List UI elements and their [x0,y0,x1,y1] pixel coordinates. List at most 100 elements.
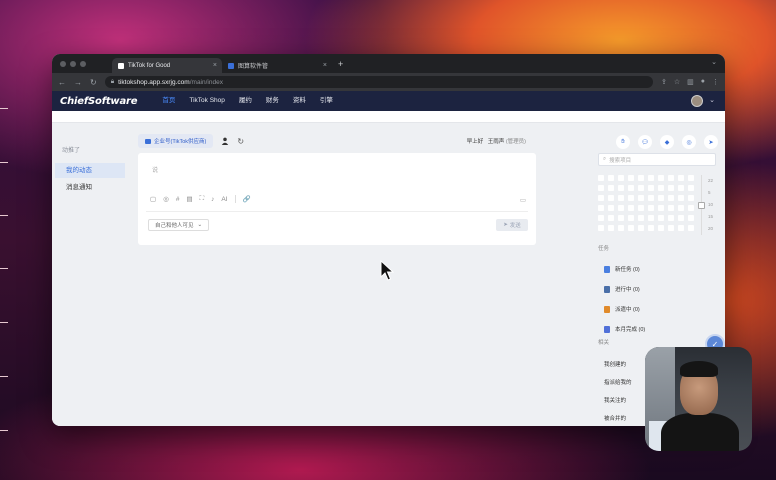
calendar-cell[interactable] [618,215,624,221]
calendar-cell[interactable] [658,195,664,201]
project-search-input[interactable]: ⌕ 搜索项目 [598,153,716,166]
calendar-cell[interactable] [618,225,624,231]
calendar-cell[interactable] [648,205,654,211]
calendar-cell[interactable] [628,205,634,211]
link-icon[interactable]: 🔗 [243,195,251,203]
emoji-icon[interactable]: ◎ [163,195,169,203]
calendar-cell[interactable] [638,215,644,221]
post-editor[interactable]: 说 ▢ ◎ # ▤ ⛶ ♪ AI 🔗 ▭ 自己和他人可见 ⌄ ➤ 发送 [138,153,536,245]
task-item-dispatching[interactable]: 派遣中 (0) [604,299,645,319]
calendar-cell[interactable] [678,195,684,201]
menu-item-data[interactable]: 资料 [286,91,313,111]
menu-item-engine[interactable]: 引擎 [313,91,340,111]
menu-item-finance[interactable]: 财务 [259,91,286,111]
calendar-cell[interactable] [658,185,664,191]
calendar-cell[interactable] [648,175,654,181]
calendar-cell[interactable] [648,215,654,221]
bookmark-icon[interactable]: ◆ [660,135,674,149]
calendar-cell[interactable] [618,185,624,191]
sidebar-item-my-feed[interactable]: 我的动态 [55,163,125,178]
calendar-cell[interactable] [628,175,634,181]
calendar-cell[interactable] [648,195,654,201]
calendar-cell[interactable] [658,215,664,221]
expand-icon[interactable]: ▭ [520,196,526,204]
ai-button[interactable]: AI [221,196,227,203]
calendar-cell[interactable] [608,185,614,191]
image-icon[interactable]: ▢ [150,195,156,203]
target-icon[interactable]: ◎ [682,135,696,149]
calendar-cell[interactable] [678,185,684,191]
calendar-cell[interactable] [638,195,644,201]
calendar-cell[interactable] [658,175,664,181]
related-item-created[interactable]: 我创建的 [604,356,632,374]
calendar-cell[interactable] [678,225,684,231]
calendar-cell[interactable] [628,225,634,231]
send-icon[interactable]: ➤ [704,135,718,149]
calendar-cell[interactable] [668,175,674,181]
calendar-cell[interactable] [598,185,604,191]
calendar-cell[interactable] [638,185,644,191]
calendar-cell[interactable] [658,225,664,231]
calendar-cell[interactable] [628,215,634,221]
calendar-cell[interactable] [598,225,604,231]
calendar-cell[interactable] [648,185,654,191]
minimize-window-button[interactable] [70,60,76,67]
star-icon[interactable]: ☆ [674,78,680,86]
calendar-cell[interactable] [628,195,634,201]
microphone-icon[interactable]: ♪ [211,196,214,203]
browser-tab-tiktok[interactable]: TikTok for Good × [112,58,222,73]
calendar-cell[interactable] [668,225,674,231]
calendar-cell[interactable] [618,195,624,201]
file-icon[interactable]: ▤ [186,195,192,203]
chat-icon[interactable]: 💬︎ [638,135,652,149]
refresh-icon[interactable]: ↻ [237,137,244,146]
calendar-cell[interactable] [598,195,604,201]
calendar-cell[interactable] [598,215,604,221]
calendar-cell[interactable] [608,195,614,201]
calendar-cell[interactable] [678,215,684,221]
calendar-cell[interactable] [618,205,624,211]
calendar-cell[interactable] [638,175,644,181]
sidebar-item-notifications[interactable]: 消息通知 [55,180,125,195]
share-icon[interactable]: ⇪ [661,78,667,86]
hashtag-icon[interactable]: # [176,196,180,203]
new-tab-button[interactable]: + [338,59,343,69]
calendar-cell[interactable] [608,205,614,211]
menu-item-tiktok-shop[interactable]: TikTok Shop [182,91,232,111]
calendar-cell[interactable] [598,175,604,181]
url-input[interactable]: 🔒︎ tiktokshop.app.sxrjg.com/main/index [104,76,653,88]
task-item-new[interactable]: 新任务 (0) [604,259,645,279]
menu-item-home[interactable]: 首页 [155,91,182,111]
more-icon[interactable]: ⋮ [712,78,719,86]
visibility-select[interactable]: 自己和他人可见 ⌄ [148,219,210,231]
zoom-window-button[interactable] [80,60,86,67]
avatar[interactable] [691,95,703,107]
calendar-cell[interactable] [608,225,614,231]
fullscreen-icon[interactable]: ⛶ [200,195,205,203]
chiefsoftware-logo[interactable]: ChiefSoftware [60,96,138,107]
calendar-cell[interactable] [628,185,634,191]
task-item-month-done[interactable]: 本月完成 (0) [604,319,645,339]
calendar-cell[interactable] [638,205,644,211]
related-item-assigned[interactable]: 指派给我的 [604,374,632,392]
close-window-button[interactable] [60,60,66,67]
sidebar-icon[interactable]: ▥ [687,78,694,86]
task-item-in-progress[interactable]: 进行中 (0) [604,279,645,299]
calendar-cell[interactable] [598,205,604,211]
calendar-cell[interactable] [688,215,694,221]
person-icon[interactable] [221,137,229,145]
related-item-merged[interactable]: 被合并的 [604,410,632,426]
browser-tab-software[interactable]: 图算软件管 × [222,58,332,73]
company-selector[interactable]: 企业号(TikTok供应商) [138,134,214,148]
profile-icon[interactable]: ● [701,78,705,86]
calendar-cell[interactable] [678,205,684,211]
calendar-cell[interactable] [668,215,674,221]
calendar-cell[interactable] [668,205,674,211]
calendar-cell[interactable] [648,225,654,231]
send-button[interactable]: ➤ 发送 [496,219,528,231]
menu-item-fulfillment[interactable]: 履约 [232,91,259,111]
calendar-cell[interactable] [688,175,694,181]
calendar-cell[interactable] [608,175,614,181]
reload-icon[interactable]: ↻ [90,78,97,87]
calendar-cell[interactable] [608,215,614,221]
